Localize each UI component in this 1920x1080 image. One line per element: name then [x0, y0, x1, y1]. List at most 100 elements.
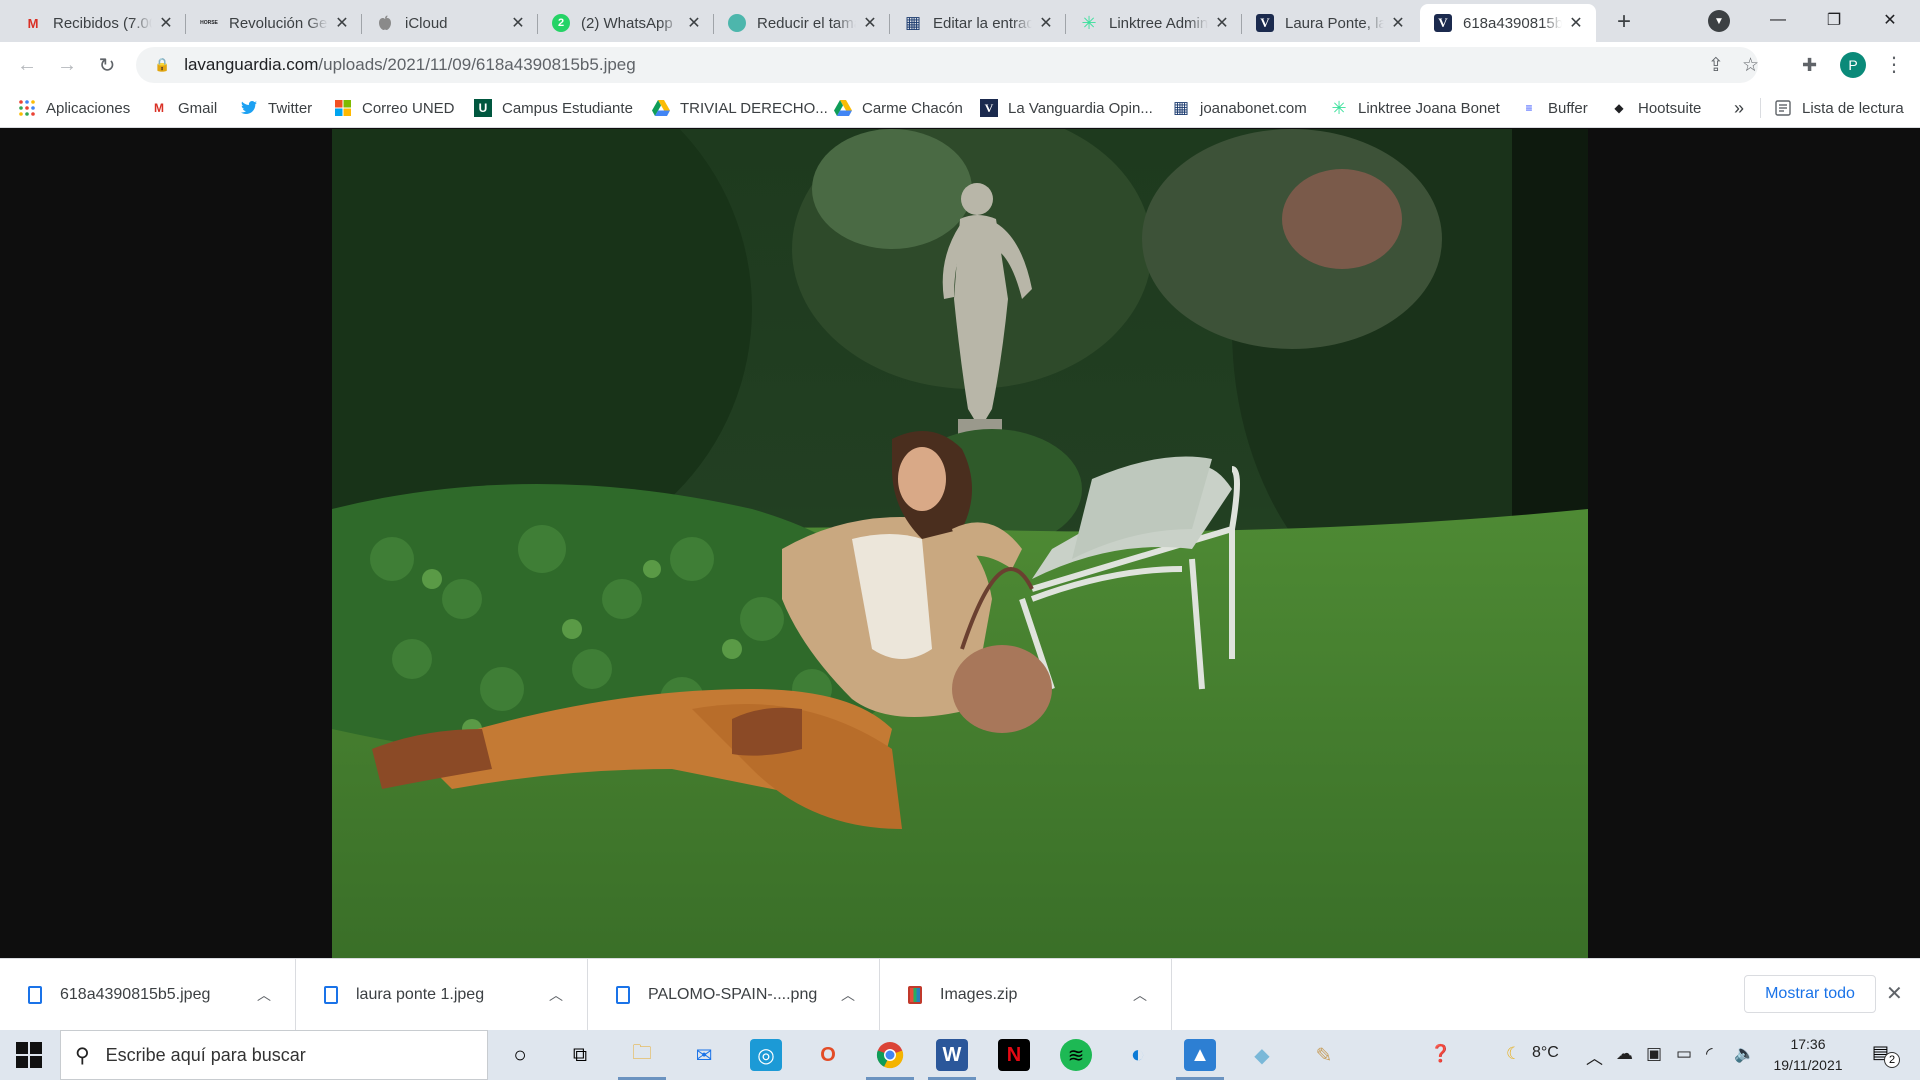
close-icon[interactable]: ✕	[1388, 13, 1408, 33]
bookmark-campus-estudiante[interactable]: U Campus Estudiante	[474, 96, 633, 120]
viewed-photo[interactable]	[332, 129, 1588, 958]
chevron-up-icon[interactable]: ︿	[1133, 985, 1147, 1005]
security-icon[interactable]: ▣	[1646, 1044, 1662, 1064]
office-icon[interactable]: O	[812, 1039, 844, 1071]
cortana-icon[interactable]: ○	[504, 1039, 536, 1071]
close-icon[interactable]: ✕	[860, 13, 880, 33]
bookmark-aplicaciones[interactable]: Aplicaciones	[18, 96, 130, 120]
file-explorer-icon[interactable]: 🗀	[618, 1039, 666, 1080]
close-icon[interactable]: ✕	[1566, 13, 1586, 33]
paint-icon[interactable]: ✎	[1308, 1039, 1340, 1071]
spotify-icon[interactable]: ≋	[1060, 1039, 1092, 1071]
bookmark-buffer[interactable]: ≡ Buffer	[1520, 96, 1587, 120]
volume-icon[interactable]: 🔈	[1734, 1044, 1755, 1064]
tab-editar[interactable]: ▦ Editar la entrada ✕	[890, 4, 1066, 42]
download-item[interactable]: 618a4390815b5.jpeg ︿	[0, 959, 296, 1031]
reading-list-button[interactable]: Lista de lectura	[1774, 96, 1904, 120]
lock-icon[interactable]: 🔒	[154, 57, 170, 73]
wifi-icon[interactable]: ◜	[1706, 1044, 1713, 1064]
tab-whatsapp[interactable]: 2 (2) WhatsApp ✕	[538, 4, 714, 42]
bookmark-gmail[interactable]: M Gmail	[150, 96, 217, 120]
bookmark-label: joanabonet.com	[1200, 99, 1307, 117]
taskbar-clock[interactable]: 17:36 19/11/2021	[1768, 1034, 1848, 1076]
vanguardia-icon: V	[1256, 14, 1274, 32]
mail-icon[interactable]: ✉	[688, 1039, 720, 1071]
search-placeholder: Escribe aquí para buscar	[105, 1044, 306, 1065]
close-downloads-icon[interactable]: ✕	[1886, 981, 1903, 1006]
tab-gmail[interactable]: M Recibidos (7.002) ✕	[10, 4, 186, 42]
task-view-icon[interactable]: ⧉	[564, 1039, 596, 1071]
tab-icloud[interactable]: iCloud ✕	[362, 4, 538, 42]
bookmark-twitter[interactable]: Twitter	[240, 96, 312, 120]
battery-icon[interactable]: ▭	[1676, 1044, 1692, 1064]
bookmarks-overflow-button[interactable]: »	[1734, 96, 1744, 120]
forward-button[interactable]: →	[52, 50, 82, 80]
download-item[interactable]: Images.zip ︿	[880, 959, 1172, 1031]
windows-start-icon[interactable]	[16, 1042, 42, 1068]
address-bar[interactable]: 🔒 lavanguardia.com/uploads/2021/11/09/61…	[136, 47, 1759, 83]
chrome-icon[interactable]	[866, 1039, 914, 1080]
chevron-up-icon[interactable]: ︿	[841, 985, 855, 1005]
restore-button[interactable]: ❐	[1806, 0, 1862, 40]
gmail-icon: M	[27, 15, 39, 31]
chevron-up-icon[interactable]: ︿	[1586, 1044, 1603, 1069]
show-all-downloads-button[interactable]: Mostrar todo	[1744, 975, 1876, 1013]
minimize-button[interactable]: —	[1750, 0, 1806, 40]
close-icon[interactable]: ✕	[156, 13, 176, 33]
buffer-icon: ≡	[1525, 101, 1533, 115]
menu-kebab-icon[interactable]: ⋮	[1884, 52, 1904, 77]
edge-icon[interactable]: ◐	[1122, 1039, 1154, 1071]
profile-avatar[interactable]: P	[1840, 52, 1866, 78]
bookmark-hootsuite[interactable]: ◆ Hootsuite	[1610, 96, 1701, 120]
new-tab-button[interactable]: +	[1610, 8, 1638, 36]
zip-icon	[908, 986, 922, 1004]
close-icon[interactable]: ✕	[1212, 13, 1232, 33]
bookmark-linktree-joana[interactable]: ✳ Linktree Joana Bonet	[1330, 96, 1499, 120]
close-icon[interactable]: ✕	[332, 13, 352, 33]
window-close-button[interactable]: ✕	[1862, 0, 1918, 40]
notifications-button[interactable]: ▤ 2	[1866, 1042, 1900, 1070]
bookmark-la-vanguardia[interactable]: V La Vanguardia Opin...	[980, 96, 1153, 120]
download-item[interactable]: laura ponte 1.jpeg ︿	[296, 959, 588, 1031]
close-icon[interactable]: ✕	[508, 13, 528, 33]
tab-linktree[interactable]: ✳ Linktree Admin ✕	[1066, 4, 1242, 42]
close-icon[interactable]: ✕	[1036, 13, 1056, 33]
tab-active-image[interactable]: V 618a4390815b5.jpeg ✕	[1420, 4, 1596, 42]
reading-list-label: Lista de lectura	[1802, 99, 1904, 117]
chevron-up-icon[interactable]: ︿	[549, 985, 563, 1005]
reload-button[interactable]: ↻	[92, 50, 122, 80]
photos-icon[interactable]: ▲	[1176, 1039, 1224, 1080]
bookmark-trivial-derecho[interactable]: TRIVIAL DERECHO...	[652, 96, 828, 120]
extensions-puzzle-icon[interactable]: ✚	[1802, 55, 1817, 76]
close-icon[interactable]: ✕	[684, 13, 704, 33]
gmail-icon: M	[154, 101, 164, 115]
url-text[interactable]: lavanguardia.com/uploads/2021/11/09/618a…	[184, 55, 636, 75]
netflix-icon[interactable]: N	[998, 1039, 1030, 1071]
horse-icon: HORSE	[200, 20, 218, 26]
chevron-up-icon[interactable]: ︿	[257, 985, 271, 1005]
tab-horse[interactable]: HORSE Revolución Genuina ✕	[186, 4, 362, 42]
uned-icon: U	[474, 99, 492, 117]
share-icon[interactable]: ⇪	[1708, 54, 1724, 77]
weather-moon-icon[interactable]: ☾	[1506, 1044, 1521, 1064]
bookmark-joanabonet[interactable]: ▦ joanabonet.com	[1172, 96, 1307, 120]
tab-search-icon[interactable]: ▼	[1708, 10, 1730, 32]
store-icon[interactable]: ◎	[750, 1039, 782, 1071]
bookmark-star-icon[interactable]: ☆	[1742, 54, 1759, 77]
bookmark-carme-chacon[interactable]: Carme Chacón	[834, 96, 963, 120]
download-filename: PALOMO-SPAIN-....png	[648, 986, 818, 1003]
onedrive-cloud-icon[interactable]: ☁	[1616, 1044, 1633, 1064]
temperature-text[interactable]: 8°C	[1532, 1044, 1559, 1062]
help-icon[interactable]: ❓	[1430, 1044, 1451, 1064]
taskbar-search-box[interactable]: ⚲ Escribe aquí para buscar	[60, 1030, 488, 1080]
word-icon[interactable]: W	[928, 1039, 976, 1080]
tab-title: Recibidos (7.002)	[53, 14, 152, 32]
tab-reducir[interactable]: Reducir el tamaño ✕	[714, 4, 890, 42]
snip-icon[interactable]: ◆	[1246, 1039, 1278, 1071]
bookmarks-bar: Aplicaciones M Gmail Twitter Correo UNED…	[0, 88, 1920, 128]
bookmark-correo-uned[interactable]: Correo UNED	[334, 96, 455, 120]
tab-laura-ponte[interactable]: V Laura Ponte, la ✕	[1242, 4, 1418, 42]
back-button[interactable]: ←	[12, 50, 42, 80]
download-item[interactable]: PALOMO-SPAIN-....png ︿	[588, 959, 880, 1031]
tab-title: (2) WhatsApp	[581, 14, 673, 32]
